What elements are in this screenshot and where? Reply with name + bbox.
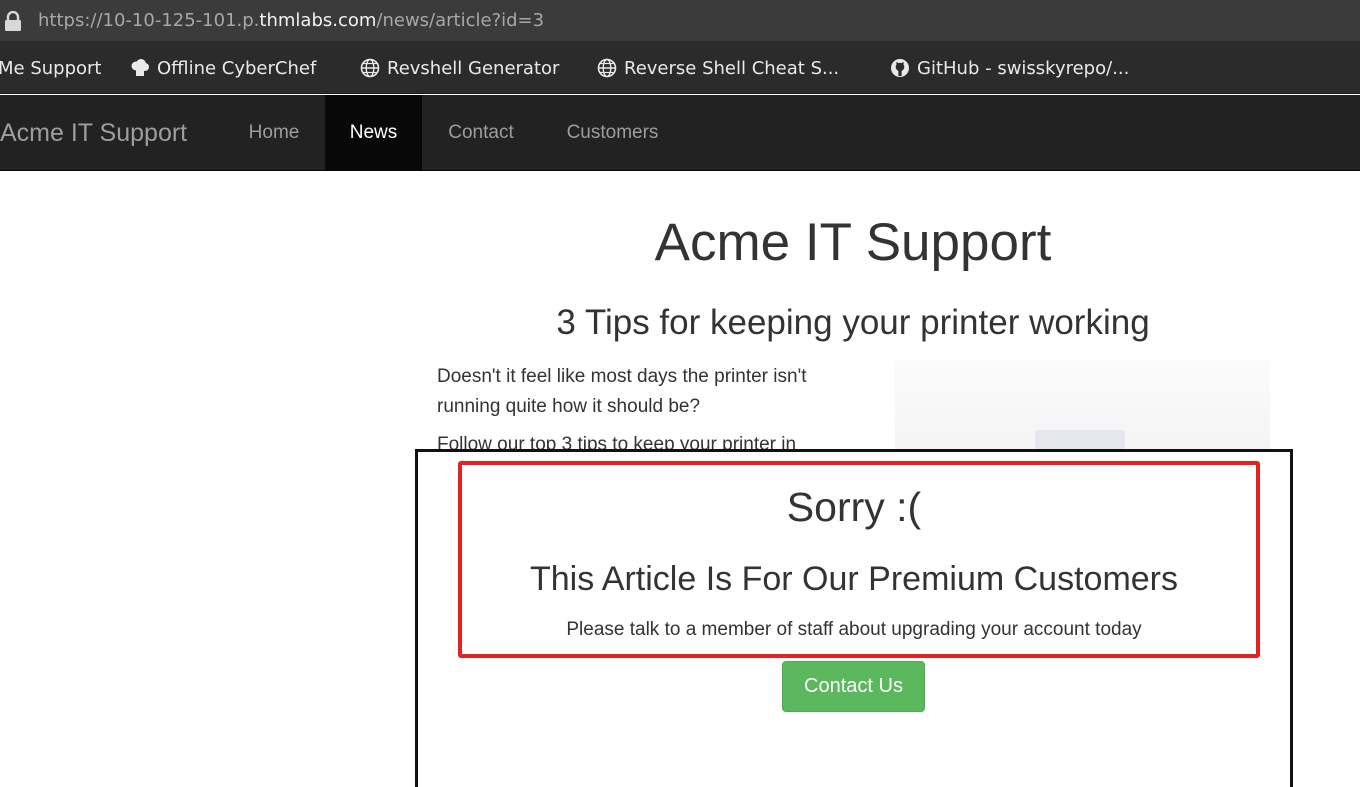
paywall-heading: Sorry :( <box>786 484 922 530</box>
nav-item-news[interactable]: News <box>325 95 422 171</box>
bookmark-reverse-shell-cheat-sheet[interactable]: Reverse Shell Cheat S... <box>597 42 839 94</box>
site-navbar: Acme IT Support Home News Contact Custom… <box>0 95 1360 171</box>
chef-hat-icon <box>131 59 149 76</box>
nav-item-home[interactable]: Home <box>226 95 322 171</box>
page-title: Acme IT Support <box>654 213 1052 272</box>
article-paragraph: Doesn't it feel like most days the print… <box>437 366 807 417</box>
bookmark-offline-cyberchef[interactable]: Offline CyberChef <box>130 42 316 94</box>
browser-url-bar[interactable]: https://10-10-125-101.p.thmlabs.com/news… <box>0 0 1360 42</box>
bookmark-label: Offline CyberChef <box>157 57 317 79</box>
globe-icon <box>360 58 380 78</box>
url-host: thmlabs.com <box>259 10 377 31</box>
url-prefix: https://10-10-125-101.p. <box>38 10 260 31</box>
bookmark-label: Me Support <box>0 57 102 79</box>
bookmark-revshell-generator[interactable]: Revshell Generator <box>360 42 559 94</box>
paywall-subheading: This Article Is For Our Premium Customer… <box>529 560 1178 598</box>
contact-us-button[interactable]: Contact Us <box>782 661 925 712</box>
nav-item-contact[interactable]: Contact <box>424 95 538 171</box>
url-text[interactable]: https://10-10-125-101.p.thmlabs.com/news… <box>38 10 544 31</box>
bookmarks-bar: Me Support Offline CyberChef Revshell Ge… <box>0 42 1360 94</box>
github-icon <box>891 59 909 77</box>
lock-icon <box>5 11 21 31</box>
paywall-message: Please talk to a member of staff about u… <box>566 619 1142 640</box>
article-title: 3 Tips for keeping your printer working <box>556 303 1150 342</box>
bookmark-label: Revshell Generator <box>387 57 560 79</box>
bookmark-label: GitHub - swisskyrepo/... <box>917 57 1130 79</box>
bookmark-github-swisskyrepo[interactable]: GitHub - swisskyrepo/... <box>890 42 1129 94</box>
bookmark-label: Reverse Shell Cheat S... <box>624 57 840 79</box>
url-path: /news/article?id=3 <box>376 10 545 31</box>
bookmark-me-support[interactable]: Me Support <box>0 42 101 94</box>
navbar-brand[interactable]: Acme IT Support <box>0 95 187 171</box>
globe-icon <box>597 58 617 78</box>
article-image <box>895 360 1270 452</box>
nav-item-customers[interactable]: Customers <box>540 95 685 171</box>
